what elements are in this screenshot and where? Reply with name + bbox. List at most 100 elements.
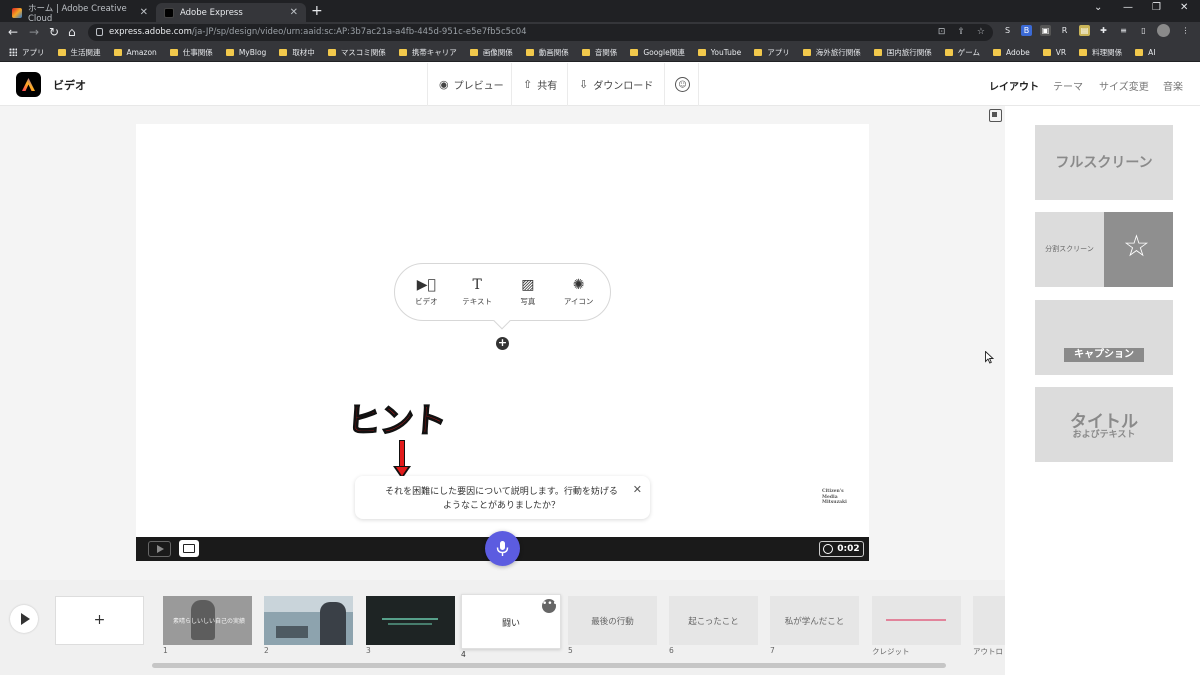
bookmark-folder[interactable]: アプリ	[754, 47, 790, 58]
profile-avatar[interactable]	[1157, 24, 1170, 37]
extensions-puzzle-icon[interactable]: ✚	[1098, 25, 1109, 36]
scene-thumbnail[interactable]	[264, 596, 353, 645]
bookmark-star-icon[interactable]: ☆	[977, 27, 985, 37]
bookmark-folder[interactable]: MyBlog	[225, 48, 266, 57]
bookmark-folder[interactable]: 国内旅行関係	[873, 47, 932, 58]
bookmark-folder[interactable]: 画像関係	[469, 47, 513, 58]
caption-toggle-icon[interactable]	[179, 540, 199, 557]
home-icon[interactable]: ⌂	[68, 25, 76, 39]
bookmark-folder[interactable]: Google関連	[630, 47, 685, 58]
download-button[interactable]: ⇩ ダウンロード	[567, 63, 664, 106]
omnibox-icons: ⊡ ⇪ ☆	[938, 27, 985, 37]
close-icon[interactable]: ✕	[290, 7, 298, 18]
play-scene-icon[interactable]	[148, 541, 171, 557]
layout-split-screen[interactable]: 分割スクリーン ☆	[1035, 212, 1173, 287]
folder-icon	[697, 48, 706, 56]
folder-icon	[57, 48, 66, 56]
new-tab-button[interactable]: +	[311, 3, 323, 19]
address-bar[interactable]: express.adobe.com/ja-JP/sp/design/video/…	[88, 24, 993, 41]
bookmark-folder[interactable]: 仕事関係	[169, 47, 213, 58]
project-title[interactable]: ビデオ	[53, 77, 86, 93]
more-options-icon[interactable]: •••	[542, 599, 558, 613]
person-photo	[320, 602, 346, 645]
layout-title-and-text[interactable]: タイトル およびテキスト	[1035, 387, 1173, 462]
record-microphone-button[interactable]	[485, 531, 520, 566]
tab-layout[interactable]: レイアウト	[989, 78, 1039, 93]
preview-button[interactable]: ◉ プレビュー	[427, 63, 511, 106]
add-icon-option[interactable]: ✺ アイコン	[554, 277, 604, 307]
folder-icon	[802, 48, 811, 56]
minimize-icon[interactable]: —	[1123, 2, 1133, 13]
video-icon: ▶⃞	[416, 277, 436, 293]
adobe-express-logo[interactable]	[16, 72, 41, 97]
install-app-icon[interactable]: ⊡	[938, 27, 946, 37]
timeline-scrollbar[interactable]	[152, 663, 946, 668]
forward-arrow-icon[interactable]: →	[29, 25, 39, 39]
bookmark-folder[interactable]: 料理関係	[1079, 47, 1122, 58]
bookmark-folder[interactable]: 取材中	[279, 47, 315, 58]
bookmark-folder[interactable]: YouTube	[697, 48, 741, 57]
bookmark-folder[interactable]: VR	[1042, 48, 1066, 57]
invite-user-button[interactable]: ☺	[664, 63, 699, 106]
scene-card[interactable]: 最後の行動	[568, 596, 657, 645]
tab-resize[interactable]: サイズ変更	[1099, 78, 1149, 93]
brand-watermark: Citizen's Media Mitsuzaki	[822, 489, 847, 505]
prompt-text: それを困難にした要因について説明します。行動を妨げるようなことがありましたか？	[385, 487, 618, 511]
folder-icon	[1079, 48, 1088, 56]
bookmark-folder[interactable]: 動画関係	[525, 47, 569, 58]
folder-icon	[279, 48, 288, 56]
menu-kebab-icon[interactable]: ⋮	[1180, 25, 1191, 36]
bookmark-folder[interactable]: 音関係	[581, 47, 617, 58]
bookmark-folder[interactable]: ゲーム	[944, 47, 980, 58]
play-all-icon[interactable]	[10, 605, 38, 633]
tab-theme[interactable]: テーマ	[1053, 78, 1083, 93]
browser-tab-creative-cloud[interactable]: ホーム | Adobe Creative Cloud ✕	[4, 3, 156, 24]
bookmark-folder[interactable]: 生活関連	[57, 47, 101, 58]
add-video-option[interactable]: ▶⃞ ビデオ	[401, 277, 451, 307]
extension-translate-icon[interactable]: R	[1059, 25, 1070, 36]
bookmark-apps[interactable]: アプリ	[9, 47, 45, 58]
media-control-icon[interactable]: ≡	[1118, 25, 1129, 36]
close-icon[interactable]: ✕	[140, 7, 148, 18]
side-panel-icon[interactable]: ▯	[1138, 25, 1149, 36]
window-close-icon[interactable]: ✕	[1180, 2, 1188, 13]
maximize-icon[interactable]: ❐	[1152, 2, 1161, 13]
tab-search-chevron-down-icon[interactable]: ⌄	[1094, 2, 1102, 13]
extension-yellow-icon[interactable]: ▤	[1079, 25, 1090, 36]
bookmark-folder[interactable]: AI	[1135, 48, 1155, 57]
tab-title: Adobe Express	[180, 7, 243, 18]
add-photo-option[interactable]: ▨ 写真	[503, 277, 553, 307]
scene-duration[interactable]: 0:02	[819, 541, 864, 557]
fit-to-screen-icon[interactable]	[989, 109, 1002, 122]
extension-s-icon[interactable]: S	[1002, 25, 1013, 36]
close-icon[interactable]: ✕	[633, 483, 642, 497]
bookmark-folder[interactable]: 海外旅行関係	[802, 47, 861, 58]
scene-card[interactable]: 起こったこと	[669, 596, 758, 645]
scene-card-outro[interactable]	[973, 596, 1005, 645]
bookmark-folder[interactable]: Amazon	[113, 48, 157, 57]
bookmark-folder[interactable]: マスコミ関係	[327, 47, 386, 58]
scene-card-active[interactable]: 闘い •••	[461, 594, 561, 649]
scene-card-credits[interactable]	[872, 596, 961, 645]
add-content-plus-icon[interactable]: +	[496, 337, 509, 350]
bookmark-folder[interactable]: Adobe	[993, 48, 1030, 57]
extension-image-icon[interactable]: ▣	[1040, 25, 1051, 36]
bookmarks-bar: アプリ 生活関連 Amazon 仕事関係 MyBlog 取材中 マスコミ関係 携…	[0, 43, 1200, 62]
scene-card[interactable]: 私が学んだこと	[770, 596, 859, 645]
add-text-option[interactable]: T テキスト	[452, 277, 502, 307]
browser-tab-adobe-express[interactable]: Adobe Express ✕	[156, 3, 306, 22]
reload-icon[interactable]: ↻	[49, 25, 59, 39]
share-button[interactable]: ⇧ 共有	[511, 63, 567, 106]
folder-icon	[993, 48, 1002, 56]
add-scene-button[interactable]: +	[55, 596, 144, 645]
back-arrow-icon[interactable]: ←	[8, 25, 18, 39]
tab-title: ホーム | Adobe Creative Cloud	[28, 3, 127, 24]
layout-fullscreen[interactable]: フルスクリーン	[1035, 125, 1173, 200]
tab-music[interactable]: 音楽	[1163, 78, 1183, 93]
scene-thumbnail[interactable]: 素晴らしいしい自己の実績	[163, 596, 252, 645]
share-icon[interactable]: ⇪	[957, 27, 965, 37]
extension-blue-icon[interactable]: B	[1021, 25, 1032, 36]
layout-caption[interactable]: キャプション	[1035, 300, 1173, 375]
bookmark-folder[interactable]: 携帯キャリア	[398, 47, 457, 58]
scene-thumbnail[interactable]	[366, 596, 455, 645]
